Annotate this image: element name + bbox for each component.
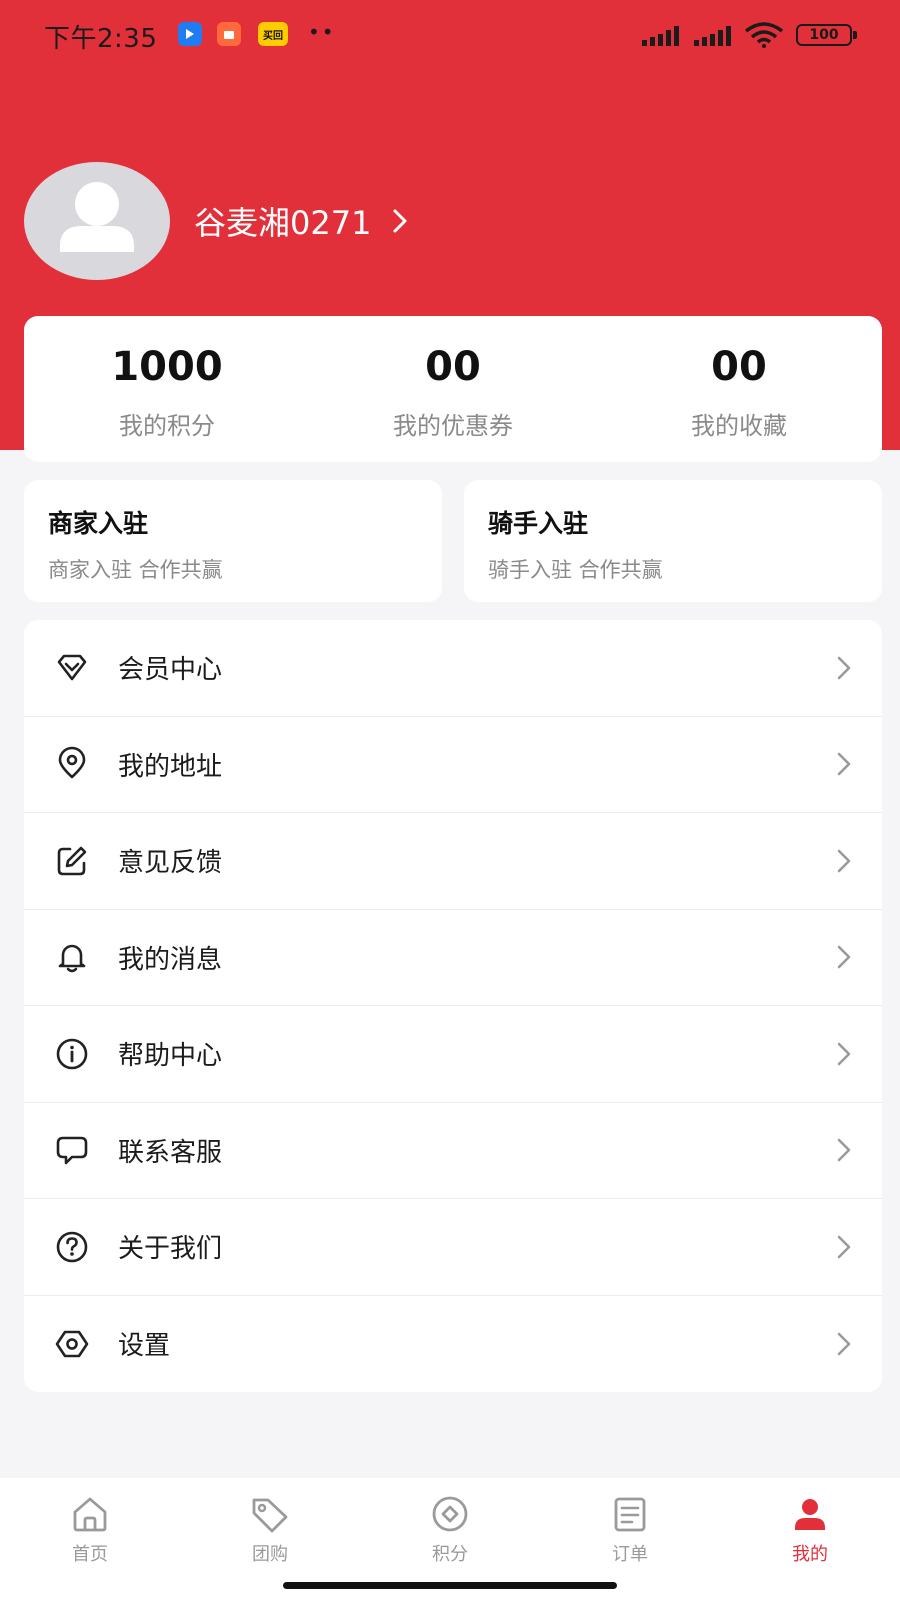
tab-label: 我的 [792,1544,828,1565]
location-pin-icon [58,746,86,779]
chevron-right-icon [393,209,407,233]
chevron-right-icon [837,1139,851,1162]
menu-item-my-messages[interactable]: 我的消息 [24,910,882,1006]
join-title: 骑手入驻 [488,509,589,538]
stat-value: 00 [711,344,767,390]
menu-item-member-center[interactable]: 会员中心 [24,620,882,717]
join-subtitle: 骑手入驻 合作共赢 [488,558,663,582]
settings-icon [55,1330,89,1358]
username: 谷麦湘0271 [194,204,372,242]
cellular-signal-icon [642,26,679,46]
menu-label: 设置 [118,1331,171,1362]
chevron-right-icon [837,753,851,776]
chevron-right-icon [837,1042,851,1065]
diamond-icon [57,654,87,681]
points-icon [432,1496,468,1532]
menu-item-feedback[interactable]: 意见反馈 [24,813,882,910]
tab-label: 订单 [612,1544,648,1565]
menu-item-help-center[interactable]: 帮助中心 [24,1006,882,1103]
username-link[interactable]: 谷麦湘0271 [194,198,409,244]
menu-label: 帮助中心 [118,1041,223,1072]
question-icon [56,1231,88,1263]
chevron-right-icon [837,946,851,969]
menu-label: 我的地址 [118,751,223,782]
tag-icon [252,1498,288,1533]
status-bar: 下午2:35 买回 •• 100 [0,0,900,70]
home-indicator[interactable] [283,1582,617,1589]
chevron-right-icon [837,1332,851,1355]
menu-label: 会员中心 [118,655,223,686]
stat-points[interactable]: 1000 我的积分 [24,316,310,462]
join-title: 商家入驻 [48,509,149,538]
tab-label: 积分 [432,1544,468,1565]
menu-item-my-address[interactable]: 我的地址 [24,717,882,813]
app-notification-icon [178,22,202,46]
menu-item-settings[interactable]: 设置 [24,1296,882,1393]
tab-label: 团购 [252,1544,288,1565]
more-notifications-icon: •• [308,20,336,44]
stat-coupons[interactable]: 00 我的优惠券 [310,316,596,462]
chevron-right-icon [837,656,851,679]
profile-icon [795,1499,825,1530]
chevron-right-icon [837,1235,851,1258]
menu-item-about-us[interactable]: 关于我们 [24,1199,882,1296]
order-list-icon [614,1497,646,1532]
stat-label: 我的积分 [119,412,215,440]
menu-label: 意见反馈 [118,848,223,879]
home-icon [73,1497,107,1532]
tab-label: 首页 [72,1544,108,1565]
bell-icon [58,944,86,973]
chevron-right-icon [837,849,851,872]
menu-label: 关于我们 [118,1234,223,1265]
menu-list: 会员中心 我的地址 意见反馈 我的消息 帮助中心 联系客服 关于我们 设置 [24,620,882,1392]
status-time: 下午2:35 [44,24,158,54]
shop-notification-icon [217,22,241,46]
tab-mine[interactable]: 我的 [720,1478,900,1600]
stat-value: 00 [425,344,481,390]
stat-value: 1000 [111,344,223,390]
info-icon [56,1038,88,1070]
menu-item-customer-service[interactable]: 联系客服 [24,1103,882,1199]
merchant-join-card[interactable]: 商家入驻 商家入驻 合作共赢 [24,480,442,602]
menu-label: 我的消息 [118,944,223,975]
shopping-notification-icon: 买回 [258,22,288,46]
battery-icon: 100 [796,24,857,46]
stat-label: 我的收藏 [691,412,787,440]
rider-join-card[interactable]: 骑手入驻 骑手入驻 合作共赢 [464,480,882,602]
edit-icon [57,846,87,876]
user-avatar-icon[interactable] [24,162,170,280]
stat-favorites[interactable]: 00 我的收藏 [596,316,882,462]
wifi-icon [744,22,784,48]
menu-label: 联系客服 [118,1137,223,1168]
cellular-signal-icon [694,26,731,46]
tab-home[interactable]: 首页 [0,1478,180,1600]
stats-card: 1000 我的积分 00 我的优惠券 00 我的收藏 [24,316,882,462]
chat-bubble-icon [56,1136,88,1165]
stat-label: 我的优惠券 [393,412,513,440]
join-subtitle: 商家入驻 合作共赢 [48,558,223,582]
